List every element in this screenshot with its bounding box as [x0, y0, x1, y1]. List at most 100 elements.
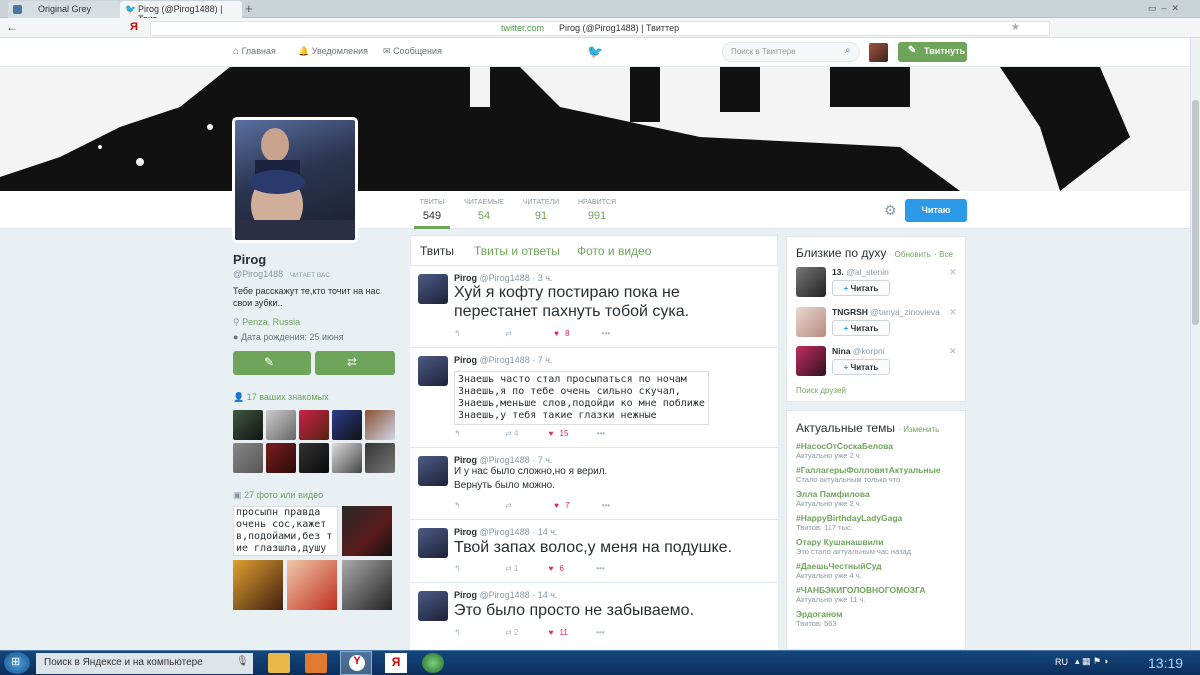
tab-media[interactable]: Фото и видео [577, 244, 651, 258]
retweet-icon[interactable]: ⇄ [505, 329, 512, 338]
trend-item[interactable]: #ДаешьЧестныйСуд Актуально уже 4 ч. [796, 561, 961, 580]
media-player-icon[interactable] [305, 653, 327, 673]
stat-tweets[interactable]: ТВИТЫ 549 [414, 199, 450, 229]
back-arrow-icon[interactable]: ← [6, 20, 18, 34]
tab-tweets[interactable]: Твиты [420, 244, 454, 258]
url-field[interactable]: twitter.com Pirog (@Pirog1488) | Твиттер… [150, 21, 1050, 36]
microphone-icon[interactable]: 🎙 [236, 656, 249, 667]
more-icon[interactable]: ••• [602, 501, 610, 510]
reply-icon[interactable]: ↰ [454, 329, 461, 338]
reply-icon[interactable]: ↰ [454, 429, 461, 438]
input-language[interactable]: RU [1055, 657, 1068, 667]
trend-item[interactable]: #HappyBirthdayLadyGaga Твитов: 117 тыс. [796, 513, 961, 532]
start-button[interactable]: ⊞ [4, 652, 30, 674]
photo-thumbnail[interactable] [342, 506, 392, 556]
message-button[interactable]: ⇄ [315, 351, 395, 375]
change-trends-link[interactable]: · Изменить [898, 425, 939, 434]
trend-item[interactable]: #ЧАНБЭКИГОЛОВНОГОМОЗГА Актуально уже 11 ч… [796, 585, 961, 604]
bookmark-star-icon[interactable]: ★ [1011, 22, 1020, 33]
profile-avatar[interactable] [232, 117, 358, 243]
clock[interactable]: 13:19 [1148, 655, 1183, 671]
photo-thumbnail[interactable] [287, 560, 337, 610]
twitter-logo-icon[interactable]: 🐦 [587, 44, 603, 60]
mutual-avatar[interactable] [233, 443, 263, 473]
nav-home[interactable]: ⌂ Главная [233, 46, 276, 57]
photo-thumbnail[interactable] [342, 560, 392, 610]
nav-messages[interactable]: ✉ Сообщения [383, 46, 442, 57]
tweet-button[interactable]: ✎ Твитнуть [898, 42, 967, 62]
reply-icon[interactable]: ↰ [454, 628, 461, 637]
tab-twitter-profile[interactable]: 🐦 Pirog (@Pirog1488) | Твит [120, 1, 242, 24]
trend-item[interactable]: #НасосОтСоскаБелова Актуально уже 2 ч. [796, 441, 961, 460]
suggested-user-name[interactable]: TNGRSH @tanya_zinovieva [832, 307, 940, 317]
mutual-followers-link[interactable]: 👤 17 ваших знакомых [233, 392, 328, 403]
retweet-icon[interactable]: ⇄ [505, 429, 512, 438]
mutual-avatar[interactable] [332, 410, 362, 440]
tweet-avatar[interactable] [418, 528, 448, 558]
account-avatar[interactable] [869, 43, 888, 62]
scrollbar-thumb[interactable] [1192, 100, 1199, 325]
mutual-avatar[interactable] [299, 410, 329, 440]
suggested-user-name[interactable]: 13. @al_stenin [832, 267, 889, 277]
dismiss-icon[interactable]: ✕ [949, 267, 957, 278]
more-icon[interactable]: ••• [596, 564, 604, 573]
stat-following[interactable]: ЧИТАЕМЫЕ 54 [462, 199, 506, 222]
more-icon[interactable]: ••• [602, 329, 610, 338]
globe-icon[interactable] [422, 653, 444, 673]
tweet-item[interactable]: Pirog @Pirog1488 · 7 ч. Знаешь часто ста… [410, 348, 778, 448]
gear-icon[interactable]: ⚙ [884, 202, 897, 219]
suggested-user-avatar[interactable] [796, 346, 826, 376]
mutual-avatar[interactable] [332, 443, 362, 473]
suggested-user-avatar[interactable] [796, 307, 826, 337]
photos-videos-link[interactable]: ▣ 27 фото или видео [233, 490, 323, 501]
retweet-icon[interactable]: ⇄ [505, 564, 512, 573]
nav-notifications[interactable]: 🔔 Уведомления [298, 46, 368, 57]
file-explorer-icon[interactable] [268, 653, 290, 673]
tab-original-grey[interactable]: Original Grey [8, 1, 120, 18]
page-scrollbar[interactable] [1190, 38, 1200, 650]
reply-icon[interactable]: ↰ [454, 564, 461, 573]
mutual-avatar[interactable] [365, 443, 395, 473]
trend-item[interactable]: Отару Кушанашвили Это стало актуальным ча… [796, 537, 961, 556]
retweet-icon[interactable]: ⇄ [505, 628, 512, 637]
tray-icons[interactable]: ▴ ▦ ⚑ ◗ [1075, 656, 1109, 667]
like-icon[interactable]: ♥ [549, 564, 554, 573]
dismiss-icon[interactable]: ✕ [949, 346, 957, 357]
suggested-user-avatar[interactable] [796, 267, 826, 297]
yandex-icon[interactable]: Я [385, 653, 407, 673]
follow-user-button[interactable]: + Читать [832, 320, 890, 336]
mutual-avatar[interactable] [233, 410, 263, 440]
tweet-item[interactable]: Pirog @Pirog1488 · 7 ч. И у нас было сло… [410, 448, 778, 520]
follow-user-button[interactable]: + Читать [832, 359, 890, 375]
taskbar-search-input[interactable]: Поиск в Яндексе и на компьютере 🎙 [36, 653, 253, 674]
trend-item[interactable]: #ГаллагерыФолловятАктуальные Стало актуал… [796, 465, 961, 484]
tweet-item[interactable]: Pirog @Pirog1488 · 14 ч. Твой запах воло… [410, 520, 778, 583]
mutual-avatar[interactable] [365, 410, 395, 440]
reply-icon[interactable]: ↰ [454, 501, 461, 510]
tweet-item[interactable]: Pirog @Pirog1488 · 3 ч. Хуй я кофту пост… [410, 266, 778, 348]
retweet-icon[interactable]: ⇄ [505, 501, 512, 510]
tab-tweets-replies[interactable]: Твиты и ответы [474, 244, 560, 258]
like-icon[interactable]: ♥ [549, 429, 554, 438]
yandex-browser-taskbar[interactable]: Y [340, 651, 372, 675]
tweet-avatar[interactable] [418, 356, 448, 386]
new-tab-icon[interactable]: + [245, 1, 253, 16]
follow-user-button[interactable]: + Читать [832, 280, 890, 296]
refresh-link[interactable]: · Обновить [890, 250, 931, 259]
window-controls[interactable]: ▭ – ✕ [1148, 3, 1179, 14]
view-all-link[interactable]: · Все [934, 250, 953, 259]
stat-likes[interactable]: НРАВИТСЯ 991 [575, 199, 619, 222]
dismiss-icon[interactable]: ✕ [949, 307, 957, 318]
tweet-to-button[interactable]: ✎ [233, 351, 311, 375]
search-icon[interactable]: ⌕ [845, 45, 851, 56]
tweet-avatar[interactable] [418, 456, 448, 486]
tweet-avatar[interactable] [418, 274, 448, 304]
stat-followers[interactable]: ЧИТАТЕЛИ 91 [519, 199, 563, 222]
tweet-avatar[interactable] [418, 591, 448, 621]
more-icon[interactable]: ••• [597, 429, 605, 438]
mutual-avatar[interactable] [266, 410, 296, 440]
suggested-user-name[interactable]: Nina @korpni [832, 346, 885, 356]
photo-thumbnail-text[interactable]: просыпн правда очень сос,кажет в,подойам… [233, 506, 338, 556]
like-icon[interactable]: ♥ [554, 329, 559, 338]
trend-item[interactable]: Эрдоганом Твитов: 563 [796, 609, 961, 628]
